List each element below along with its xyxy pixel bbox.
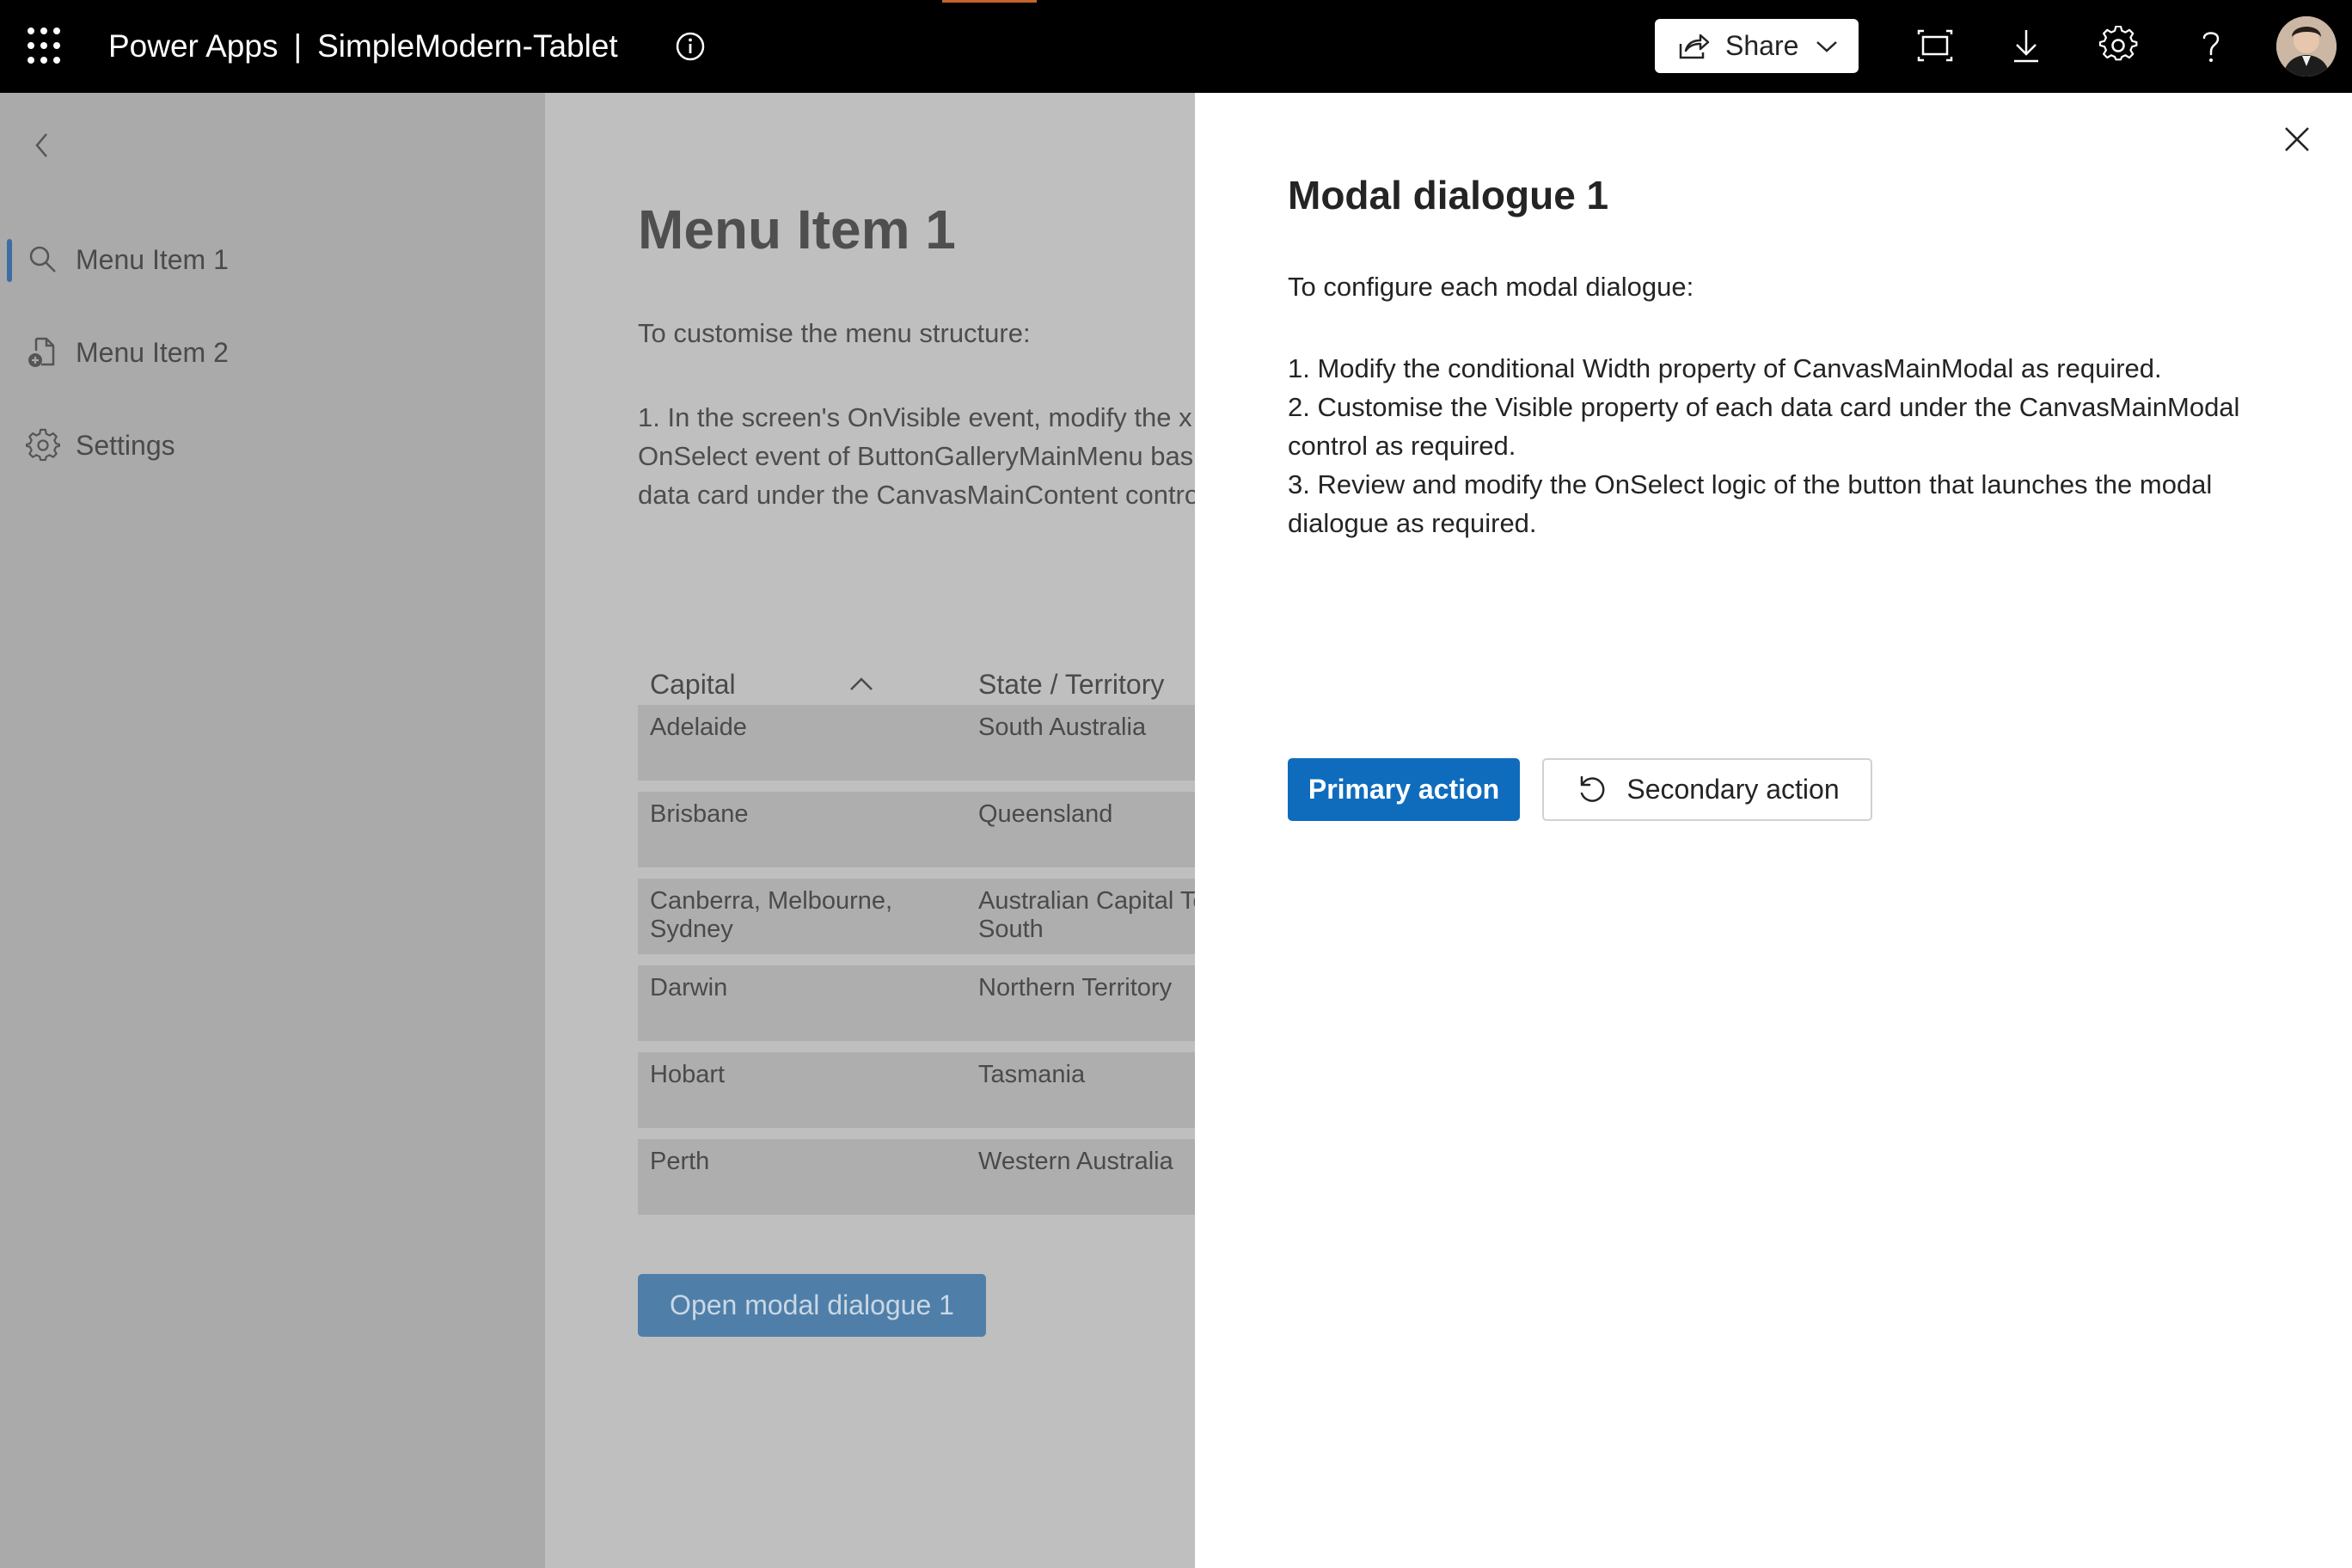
top-bar: Power Apps | SimpleModern-Tablet Share xyxy=(0,0,2352,93)
page-title: Menu Item 1 xyxy=(638,199,956,260)
selected-indicator xyxy=(7,239,12,282)
table-row[interactable]: Darwin Northern Territory xyxy=(638,965,1195,1041)
nav-item-label: Menu Item 2 xyxy=(76,337,229,368)
cell-state: South Australia xyxy=(978,714,1147,741)
main-content: Menu Item 1 To customise the menu struct… xyxy=(545,93,1195,1568)
modal-instructions: 1. Modify the conditional Width property… xyxy=(1288,349,2268,542)
loading-accent-line xyxy=(942,0,1037,3)
table-row[interactable]: Hobart Tasmania xyxy=(638,1052,1195,1128)
nav-item-label: Menu Item 1 xyxy=(76,244,229,275)
fit-to-window-icon[interactable] xyxy=(1915,26,1955,65)
settings-icon[interactable] xyxy=(2098,26,2138,65)
instruction-line: data card under the CanvasMainContent co… xyxy=(638,480,1195,510)
undo-icon xyxy=(1581,775,1605,802)
cell-capital: Darwin xyxy=(650,974,728,1001)
sort-ascending-icon[interactable] xyxy=(848,674,875,695)
nav-item-menu-item-2[interactable]: Menu Item 2 xyxy=(0,325,545,377)
instruction-line: 3. Review and modify the OnSelect logic … xyxy=(1288,469,2213,499)
table-row[interactable]: Perth Western Australia xyxy=(638,1139,1195,1215)
help-icon[interactable] xyxy=(2191,26,2231,65)
side-navigation: Menu Item 1 Menu Item 2 Settings xyxy=(0,93,545,1568)
table-row[interactable]: Adelaide South Australia xyxy=(638,705,1195,781)
secondary-action-button[interactable]: Secondary action xyxy=(1542,758,1872,821)
cell-state: Northern Territory xyxy=(978,974,1173,1001)
nav-item-label: Settings xyxy=(76,430,175,461)
cell-capital: Hobart xyxy=(650,1061,726,1088)
cell-capital: Canberra, Melbourne, Sydney xyxy=(650,887,893,943)
title-separator: | xyxy=(293,28,303,64)
modal-title: Modal dialogue 1 xyxy=(1288,173,1609,217)
modal-dialog: Modal dialogue 1 To configure each modal… xyxy=(1195,93,2352,1568)
app-name: Power Apps xyxy=(108,28,279,64)
instruction-line: OnSelect event of ButtonGalleryMainMenu … xyxy=(638,441,1194,471)
share-label: Share xyxy=(1725,30,1799,61)
close-icon[interactable] xyxy=(2282,124,2312,155)
screen-name: SimpleModern-Tablet xyxy=(317,28,618,64)
cell-state: Western Australia xyxy=(978,1148,1173,1175)
column-header-capital[interactable]: Capital xyxy=(650,669,736,701)
modal-intro: To configure each modal dialogue: xyxy=(1288,272,1694,302)
instruction-line: dialogue as required. xyxy=(1288,508,1537,538)
instruction-line: control as required. xyxy=(1288,431,1516,461)
avatar[interactable] xyxy=(2276,16,2337,77)
instruction-line: 1. In the screen's OnVisible event, modi… xyxy=(638,402,1192,432)
table-row[interactable]: Canberra, Melbourne, Sydney Australian C… xyxy=(638,879,1195,954)
primary-action-button[interactable]: Primary action xyxy=(1288,758,1520,821)
cell-capital: Perth xyxy=(650,1148,710,1175)
page-instructions: 1. In the screen's OnVisible event, modi… xyxy=(638,398,1195,514)
secondary-action-label: Secondary action xyxy=(1626,774,1840,805)
document-add-icon xyxy=(28,337,55,367)
cell-state: Queensland xyxy=(978,800,1113,828)
app-launcher-icon[interactable] xyxy=(28,28,65,65)
page-intro: To customise the menu structure: xyxy=(638,318,1031,348)
app-title: Power Apps | SimpleModern-Tablet xyxy=(108,26,618,67)
cell-state: Australian Capital Territory, New South xyxy=(978,887,1195,943)
search-icon xyxy=(29,246,56,273)
cell-capital: Brisbane xyxy=(650,800,749,828)
nav-item-settings[interactable]: Settings xyxy=(0,418,545,469)
nav-item-menu-item-1[interactable]: Menu Item 1 xyxy=(0,232,545,284)
cell-state: Tasmania xyxy=(978,1061,1086,1088)
instruction-line: 1. Modify the conditional Width property… xyxy=(1288,353,2162,383)
share-icon xyxy=(1679,34,1710,58)
table-row[interactable]: Brisbane Queensland xyxy=(638,792,1195,867)
column-header-state[interactable]: State / Territory xyxy=(978,669,1164,701)
gear-icon xyxy=(26,428,60,462)
instruction-line: 2. Customise the Visible property of eac… xyxy=(1288,392,2240,422)
share-button[interactable]: Share xyxy=(1655,19,1859,73)
chevron-down-icon xyxy=(1816,40,1838,52)
info-icon[interactable] xyxy=(675,31,706,62)
open-modal-button[interactable]: Open modal dialogue 1 xyxy=(638,1274,986,1337)
cell-capital: Adelaide xyxy=(650,714,747,741)
download-icon[interactable] xyxy=(2006,26,2046,65)
chevron-left-icon[interactable] xyxy=(29,127,55,163)
